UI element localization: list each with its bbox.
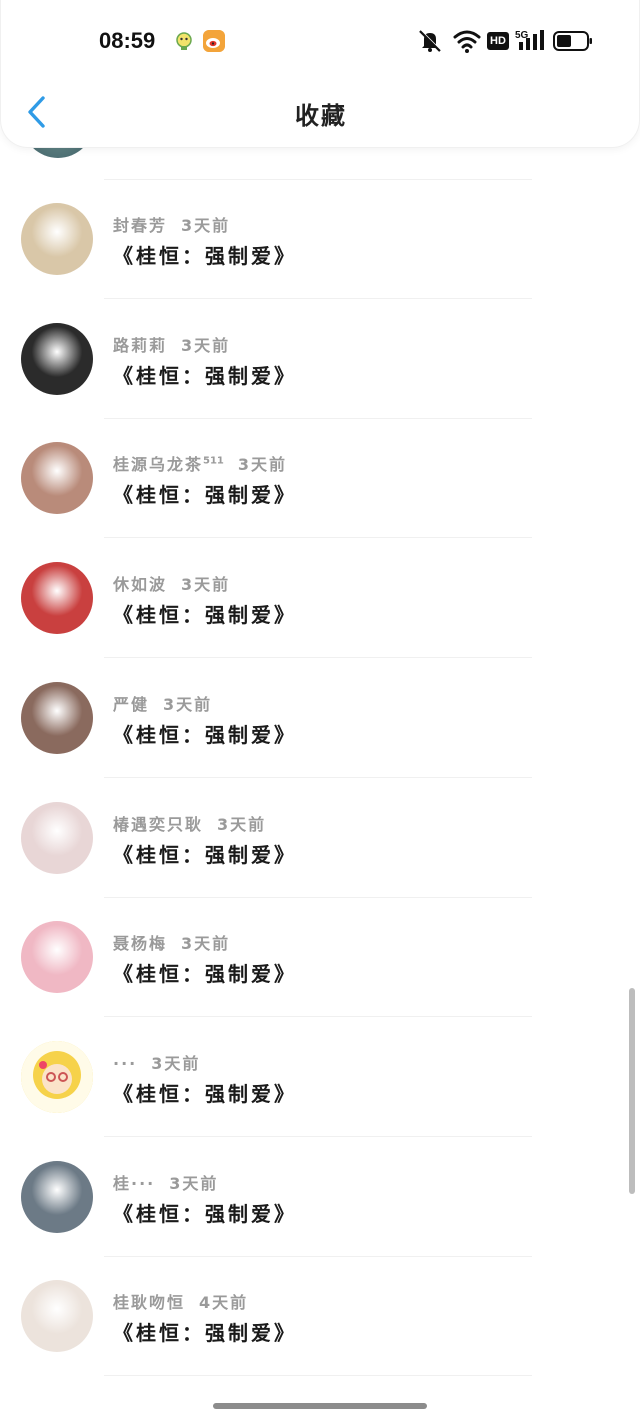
work-title[interactable]: 《桂恒：强制爱》 — [113, 958, 297, 987]
avatar[interactable] — [21, 322, 93, 395]
timestamp: 3天前 — [181, 216, 231, 235]
scrollbar[interactable] — [629, 988, 635, 1194]
weibo-icon — [203, 30, 225, 52]
home-indicator[interactable] — [213, 1403, 427, 1409]
list-item[interactable]: ··· 3天前《桂恒：强制爱》 — [0, 1038, 640, 1158]
work-title[interactable]: 《桂恒：强制爱》 — [113, 1317, 297, 1346]
avatar[interactable] — [21, 681, 93, 754]
avatar[interactable] — [21, 203, 93, 275]
user-name[interactable]: 桂··· — [113, 1174, 155, 1193]
user-name[interactable]: ··· — [113, 1054, 137, 1073]
divider — [104, 776, 532, 778]
timestamp: 3天前 — [237, 455, 288, 475]
user-name[interactable]: 桂耿吻恒 — [113, 1293, 185, 1312]
divider — [104, 417, 532, 419]
battery-icon — [553, 31, 592, 51]
list-item[interactable]: 休如波 3天前《桂恒：强制爱》 — [0, 559, 640, 679]
work-title[interactable]: 《桂恒：强制爱》 — [113, 1198, 297, 1227]
divider — [104, 1255, 532, 1257]
timestamp: 3天前 — [169, 1173, 219, 1193]
work-title[interactable]: 《桂恒：强制爱》 — [113, 719, 297, 748]
divider — [104, 896, 532, 898]
list-item[interactable]: 桂源乌龙茶511 3天前《桂恒：强制爱》 — [0, 439, 640, 559]
item-meta: ··· 3天前 — [113, 1050, 200, 1074]
timestamp: 3天前 — [181, 575, 231, 595]
user-badge: 511 — [203, 456, 224, 468]
list-item[interactable]: 严健 3天前《桂恒：强制爱》 — [0, 679, 640, 799]
avatar[interactable] — [21, 1160, 93, 1233]
item-meta: 桂··· 3天前 — [113, 1170, 218, 1194]
user-name[interactable]: 封春芳 — [113, 216, 167, 235]
divider — [104, 1375, 532, 1377]
timestamp: 3天前 — [151, 1053, 201, 1073]
avatar[interactable] — [21, 562, 93, 635]
list-item[interactable]: 路莉莉 3天前《桂恒：强制爱》 — [0, 320, 640, 440]
status-time: 08:59 — [99, 28, 156, 53]
user-name[interactable]: 椿遇奕只耿 — [113, 815, 203, 834]
user-name[interactable]: 休如波 — [113, 575, 167, 594]
item-meta: 椿遇奕只耿 3天前 — [113, 811, 266, 835]
assistant-app-icon — [176, 32, 192, 50]
item-meta: 路莉莉 3天前 — [113, 332, 230, 356]
list-item[interactable]: 聂杨梅 3天前《桂恒：强制爱》 — [0, 918, 640, 1038]
avatar[interactable] — [21, 1280, 93, 1353]
list-item[interactable]: 椿遇奕只耿 3天前《桂恒：强制爱》 — [0, 799, 640, 919]
item-meta: 桂耿吻恒 4天前 — [113, 1289, 248, 1313]
divider — [104, 657, 532, 659]
divider — [104, 1016, 532, 1018]
signal-icon: 5G — [515, 30, 544, 50]
work-title[interactable]: 《桂恒：强制爱》 — [113, 360, 297, 389]
divider — [104, 179, 532, 180]
avatar[interactable] — [21, 921, 93, 994]
user-name[interactable]: 路莉莉 — [113, 336, 167, 355]
work-title[interactable]: 《桂恒：强制爱》 — [113, 479, 297, 508]
status-bar: 08:59 HD 5G — [1, 0, 640, 80]
work-title[interactable]: 《桂恒：强制爱》 — [113, 1078, 297, 1107]
timestamp: 4天前 — [199, 1293, 249, 1313]
avatar[interactable] — [21, 1040, 93, 1113]
item-meta: 休如波 3天前 — [113, 571, 230, 595]
avatar[interactable] — [21, 801, 93, 874]
user-name[interactable]: 聂杨梅 — [113, 934, 167, 953]
list-item[interactable]: 桂耿吻恒 4天前《桂恒：强制爱》 — [0, 1277, 640, 1397]
favorites-list: 封春芳 3天前 《桂恒：强制爱》 路莉莉 3天前 《桂恒：强制爱》 桂源乌龙茶511 3天前《… — [0, 0, 640, 1422]
work-title[interactable]: 《桂恒：强制爱》 — [113, 839, 297, 868]
divider — [104, 1135, 532, 1137]
work-title[interactable]: 《桂恒：强制爱》 — [113, 240, 297, 269]
divider — [104, 298, 532, 299]
wifi-icon — [453, 30, 481, 53]
timestamp: 3天前 — [217, 814, 267, 834]
timestamp: 3天前 — [181, 335, 231, 355]
timestamp: 3天前 — [181, 934, 231, 954]
hd-icon: HD — [487, 32, 509, 50]
mute-icon — [419, 29, 442, 52]
avatar-cartoon-icon — [21, 1040, 93, 1113]
divider — [104, 537, 532, 539]
item-meta: 桂源乌龙茶511 3天前 — [113, 451, 287, 475]
item-meta: 聂杨梅 3天前 — [113, 930, 230, 954]
work-title[interactable]: 《桂恒：强制爱》 — [113, 599, 297, 628]
page-title: 收藏 — [295, 102, 347, 130]
user-name[interactable]: 桂源乌龙茶 — [113, 455, 203, 474]
list-item[interactable]: 封春芳 3天前《桂恒：强制爱》 — [0, 200, 640, 320]
item-meta: 严健 3天前 — [113, 691, 212, 715]
avatar[interactable] — [21, 442, 93, 515]
list-item[interactable]: 桂··· 3天前《桂恒：强制爱》 — [0, 1158, 640, 1278]
user-name[interactable]: 严健 — [113, 695, 149, 714]
timestamp: 3天前 — [163, 694, 213, 714]
item-meta: 封春芳 3天前 — [113, 212, 230, 236]
header: 08:59 HD 5G 收藏 — [0, 0, 640, 148]
